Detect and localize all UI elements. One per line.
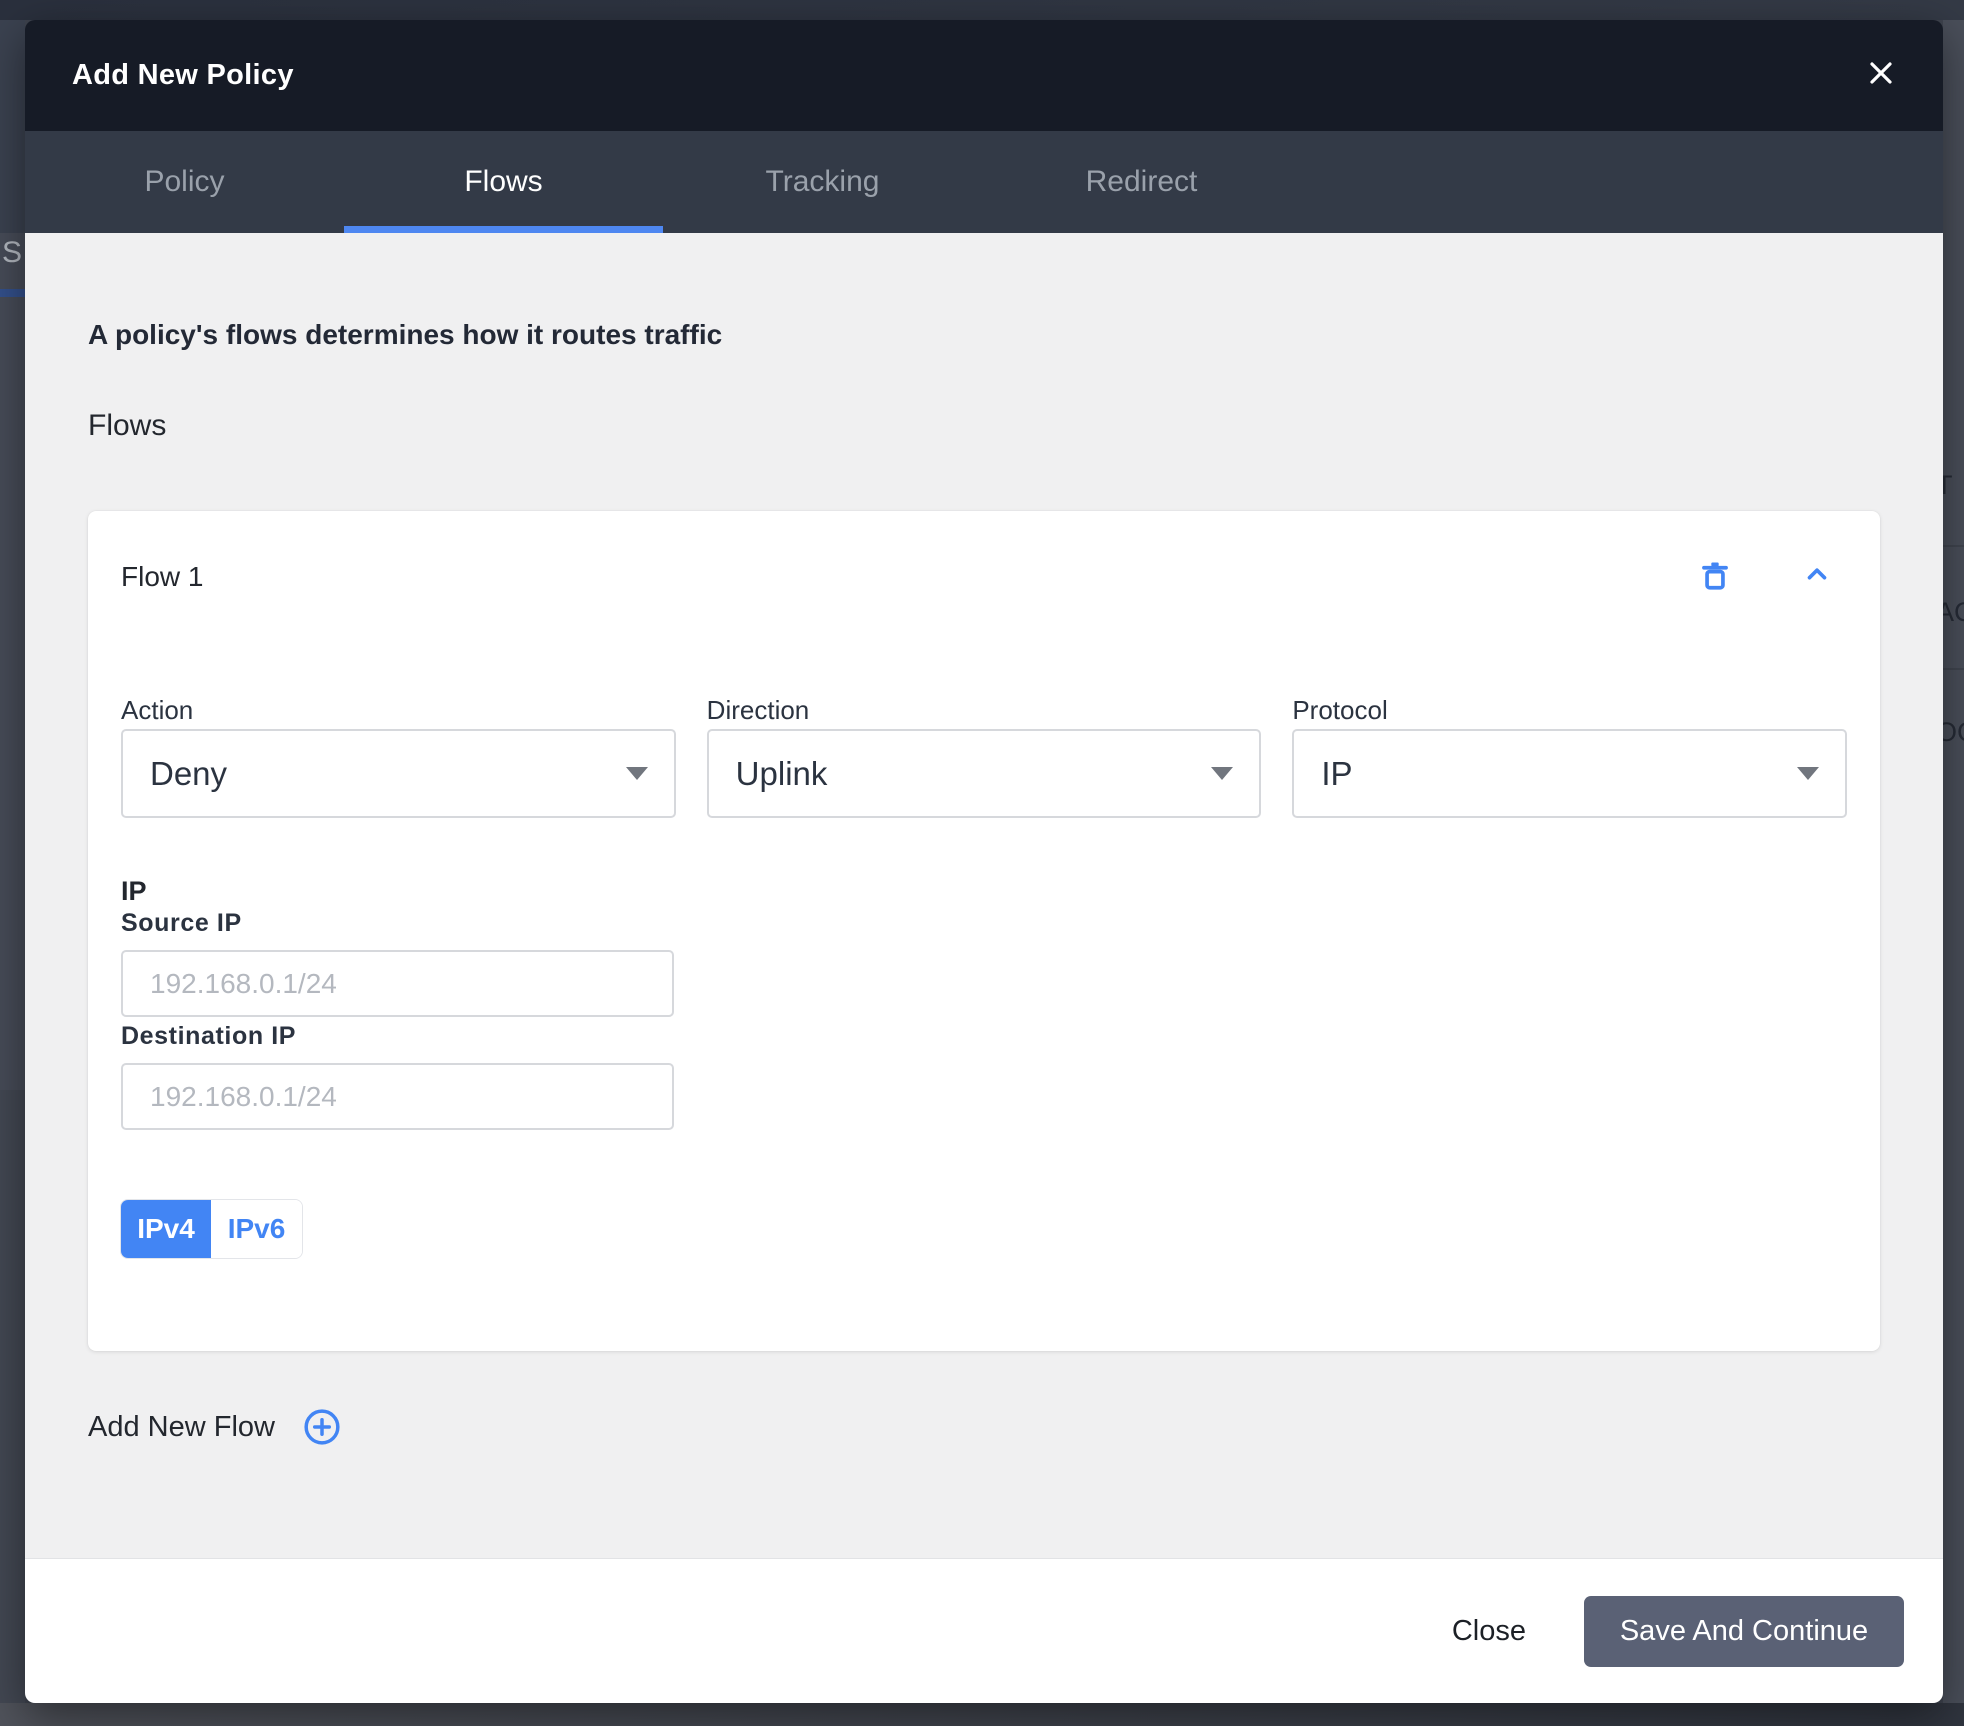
source-ip-input[interactable] [121, 950, 674, 1017]
protocol-select-value: IP [1321, 755, 1352, 793]
destination-ip-input[interactable] [121, 1063, 674, 1130]
ipv4-label: IPv4 [137, 1213, 195, 1245]
ipv4-toggle-button[interactable]: IPv4 [121, 1200, 211, 1258]
close-footer-button[interactable]: Close [1438, 1605, 1540, 1658]
save-and-continue-button[interactable]: Save And Continue [1584, 1596, 1904, 1667]
action-select-value: Deny [150, 755, 227, 793]
modal-header: Add New Policy [25, 20, 1943, 131]
flow-fields-row: Action Deny Direction Uplink Protocol [121, 693, 1847, 818]
tab-tracking[interactable]: Tracking [663, 131, 982, 233]
close-button[interactable] [1859, 54, 1903, 98]
direction-select[interactable]: Uplink [707, 729, 1262, 818]
backdrop-left-active-tab-fragment [0, 289, 25, 297]
chevron-down-icon [1797, 767, 1819, 780]
add-new-policy-modal: Add New Policy Policy Flows Tracking Red… [25, 20, 1943, 1703]
backdrop-left: S [0, 20, 25, 1703]
trash-icon [1698, 558, 1732, 597]
flows-section-heading: Flows [88, 409, 1880, 443]
direction-label: Direction [707, 693, 1262, 727]
protocol-select[interactable]: IP [1292, 729, 1847, 818]
flow-title: Flow 1 [121, 561, 203, 593]
plus-circle-icon [303, 1408, 341, 1446]
backdrop-left-text-fragment: S [2, 236, 22, 270]
backdrop-right-text-fragment: OC [1943, 717, 1964, 748]
add-new-flow-label: Add New Flow [88, 1411, 275, 1444]
active-tab-underline [344, 226, 663, 233]
direction-field: Direction Uplink [707, 693, 1262, 818]
action-label: Action [121, 693, 676, 727]
protocol-label: Protocol [1292, 693, 1847, 727]
backdrop-right-text-fragment: AC [1943, 597, 1964, 628]
ip-section-heading: IP [121, 874, 1847, 908]
modal-footer: Close Save And Continue [25, 1558, 1943, 1703]
backdrop-right-divider [1943, 668, 1964, 670]
ipv6-toggle-button[interactable]: IPv6 [211, 1200, 302, 1258]
destination-ip-label: Destination IP [121, 1021, 1847, 1052]
tab-policy-label: Policy [144, 165, 224, 199]
backdrop-top [0, 0, 1964, 20]
modal-body: A policy's flows determines how it route… [25, 233, 1943, 1558]
direction-select-value: Uplink [736, 755, 828, 793]
modal-tabbar: Policy Flows Tracking Redirect [25, 131, 1943, 233]
backdrop-right: T AC OC [1943, 20, 1964, 1703]
flows-description: A policy's flows determines how it route… [88, 319, 1880, 351]
add-new-flow-button[interactable]: Add New Flow [88, 1408, 341, 1446]
flow-card: Flow 1 [88, 511, 1880, 1351]
tab-flows-label: Flows [464, 165, 542, 199]
tab-flows[interactable]: Flows [344, 131, 663, 233]
ipv6-label: IPv6 [228, 1213, 286, 1245]
action-field: Action Deny [121, 693, 676, 818]
action-select[interactable]: Deny [121, 729, 676, 818]
protocol-field: Protocol IP [1292, 693, 1847, 818]
close-icon [1863, 55, 1899, 96]
flow-card-header: Flow 1 [121, 511, 1847, 597]
chevron-down-icon [1211, 767, 1233, 780]
modal-title: Add New Policy [72, 59, 294, 92]
delete-flow-button[interactable] [1695, 557, 1735, 597]
tab-redirect-label: Redirect [1086, 165, 1198, 199]
tab-redirect[interactable]: Redirect [982, 131, 1301, 233]
chevron-down-icon [626, 767, 648, 780]
tab-tracking-label: Tracking [766, 165, 880, 199]
backdrop-left-lower [0, 1090, 25, 1703]
chevron-up-icon [1802, 560, 1832, 595]
ip-version-toggle: IPv4 IPv6 [121, 1200, 302, 1258]
backdrop-bottom [0, 1703, 1964, 1726]
collapse-flow-button[interactable] [1797, 557, 1837, 597]
backdrop-left-header [0, 20, 25, 233]
backdrop-right-divider [1943, 545, 1964, 547]
source-ip-label: Source IP [121, 908, 1847, 939]
flow-header-actions [1695, 557, 1847, 597]
tab-policy[interactable]: Policy [25, 131, 344, 233]
backdrop-right-text-fragment: T [1943, 470, 1953, 501]
